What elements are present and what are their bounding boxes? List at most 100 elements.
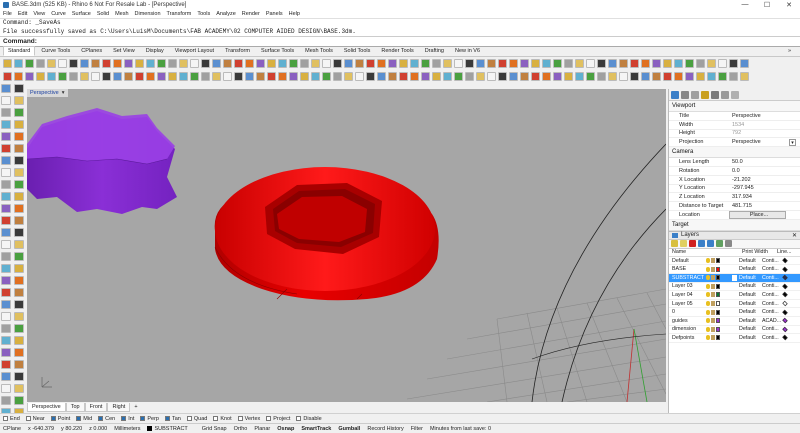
- tab-surface-tools[interactable]: Surface Tools: [256, 46, 299, 56]
- command-icon[interactable]: [641, 59, 650, 68]
- lightbulb-icon[interactable]: [706, 309, 710, 315]
- layer-row[interactable]: 0 Default Conti...: [669, 308, 800, 317]
- command-icon[interactable]: [311, 72, 320, 81]
- command-icon[interactable]: [3, 59, 12, 68]
- command-icon[interactable]: [256, 72, 265, 81]
- command-icon[interactable]: [421, 72, 430, 81]
- osnap-checkbox[interactable]: [186, 416, 192, 421]
- command-icon[interactable]: [674, 72, 683, 81]
- command-icon[interactable]: [542, 59, 551, 68]
- sidebar-tool-icon[interactable]: [1, 348, 11, 357]
- command-icon[interactable]: [168, 72, 177, 81]
- command-icon[interactable]: [586, 59, 595, 68]
- status-toggle-planar[interactable]: Planar: [254, 426, 270, 432]
- status-toggle-smarttrack[interactable]: SmartTrack: [301, 426, 331, 432]
- command-icon[interactable]: [553, 59, 562, 68]
- sidebar-tool-icon[interactable]: [1, 372, 11, 381]
- osnap-point[interactable]: Point: [50, 416, 70, 422]
- command-icon[interactable]: [652, 72, 661, 81]
- lightbulb-icon[interactable]: [706, 335, 710, 341]
- command-icon[interactable]: [267, 59, 276, 68]
- layer-print-color[interactable]: [782, 335, 788, 341]
- sidebar-tool-icon[interactable]: [14, 192, 24, 201]
- command-icon[interactable]: [487, 72, 496, 81]
- command-icon[interactable]: [729, 59, 738, 68]
- command-icon[interactable]: [619, 59, 628, 68]
- property-value[interactable]: Perspective: [729, 139, 789, 145]
- sidebar-tool-icon[interactable]: [1, 84, 11, 93]
- command-icon[interactable]: [124, 72, 133, 81]
- tab-set-view[interactable]: Set View: [108, 46, 140, 56]
- command-icon[interactable]: [575, 59, 584, 68]
- close-button[interactable]: ✕: [778, 1, 800, 9]
- chevron-down-icon[interactable]: ▾: [789, 138, 796, 146]
- command-icon[interactable]: [608, 59, 617, 68]
- osnap-checkbox[interactable]: [25, 416, 31, 421]
- property-value[interactable]: Perspective: [729, 113, 800, 119]
- property-value[interactable]: 317.934: [729, 194, 800, 200]
- layer-color-swatch[interactable]: [716, 258, 720, 264]
- sidebar-tool-icon[interactable]: [14, 300, 24, 309]
- layer-material[interactable]: Default: [732, 266, 762, 273]
- command-icon[interactable]: [520, 72, 529, 81]
- red-base-solid[interactable]: [214, 167, 439, 301]
- layer-print-color[interactable]: [782, 275, 788, 281]
- tab-standard[interactable]: Standard: [3, 46, 36, 56]
- sidebar-tool-icon[interactable]: [14, 180, 24, 189]
- layer-material[interactable]: Default: [732, 334, 762, 341]
- command-icon[interactable]: [564, 59, 573, 68]
- viewport-tab-perspective[interactable]: Perspective: [27, 403, 66, 412]
- command-icon[interactable]: [278, 72, 287, 81]
- sidebar-tool-icon[interactable]: [1, 240, 11, 249]
- status-toggle-record-history[interactable]: Record History: [367, 426, 403, 432]
- command-icon[interactable]: [641, 72, 650, 81]
- command-icon[interactable]: [333, 72, 342, 81]
- tab-overflow-button[interactable]: »: [783, 46, 796, 56]
- command-icon[interactable]: [509, 72, 518, 81]
- command-icon[interactable]: [366, 72, 375, 81]
- layer-linetype[interactable]: Conti...: [762, 275, 782, 281]
- command-icon[interactable]: [36, 72, 45, 81]
- sidebar-tool-icon[interactable]: [1, 324, 11, 333]
- layer-color-swatch[interactable]: [716, 318, 720, 324]
- command-icon[interactable]: [388, 59, 397, 68]
- command-icon[interactable]: [377, 59, 386, 68]
- layer-material[interactable]: Default: [732, 300, 762, 307]
- command-icon[interactable]: [113, 72, 122, 81]
- tab-viewport-layout[interactable]: Viewport Layout: [170, 46, 219, 56]
- current-layer[interactable]: SUBSTRACT: [147, 426, 194, 432]
- command-icon[interactable]: [740, 72, 749, 81]
- command-icon[interactable]: [608, 72, 617, 81]
- osnap-end[interactable]: End: [3, 416, 20, 422]
- property-value[interactable]: -21.202: [729, 177, 800, 183]
- tab-display[interactable]: Display: [141, 46, 169, 56]
- sidebar-tool-icon[interactable]: [1, 360, 11, 369]
- command-icon[interactable]: [245, 59, 254, 68]
- lightbulb-icon[interactable]: [706, 292, 710, 298]
- command-icon[interactable]: [707, 72, 716, 81]
- layer-linetype[interactable]: Conti...: [762, 326, 782, 332]
- status-toggle-gumball[interactable]: Gumball: [338, 426, 360, 432]
- sidebar-tool-icon[interactable]: [14, 108, 24, 117]
- column-print-width[interactable]: Print Width: [732, 249, 777, 255]
- command-icon[interactable]: [190, 72, 199, 81]
- sidebar-tool-icon[interactable]: [1, 264, 11, 273]
- sidebar-tool-icon[interactable]: [1, 276, 11, 285]
- layer-material[interactable]: Default: [732, 257, 762, 264]
- sidebar-tool-icon[interactable]: [1, 180, 11, 189]
- osnap-checkbox[interactable]: [237, 416, 243, 421]
- menu-mesh[interactable]: Mesh: [115, 11, 128, 17]
- layer-print-color[interactable]: [782, 266, 788, 272]
- layer-row[interactable]: Layer 03 Default Conti...: [669, 283, 800, 292]
- layer-color-swatch[interactable]: [716, 309, 720, 315]
- menu-view[interactable]: View: [33, 11, 45, 17]
- maximize-button[interactable]: ☐: [756, 1, 778, 9]
- layer-row[interactable]: dimension Default Conti...: [669, 326, 800, 335]
- new-sublayer-icon[interactable]: [680, 240, 687, 248]
- command-icon[interactable]: [234, 59, 243, 68]
- sidebar-tool-icon[interactable]: [14, 144, 24, 153]
- lock-icon[interactable]: [711, 275, 715, 281]
- command-icon[interactable]: [234, 72, 243, 81]
- sidebar-tool-icon[interactable]: [14, 348, 24, 357]
- sidebar-tool-icon[interactable]: [1, 156, 11, 165]
